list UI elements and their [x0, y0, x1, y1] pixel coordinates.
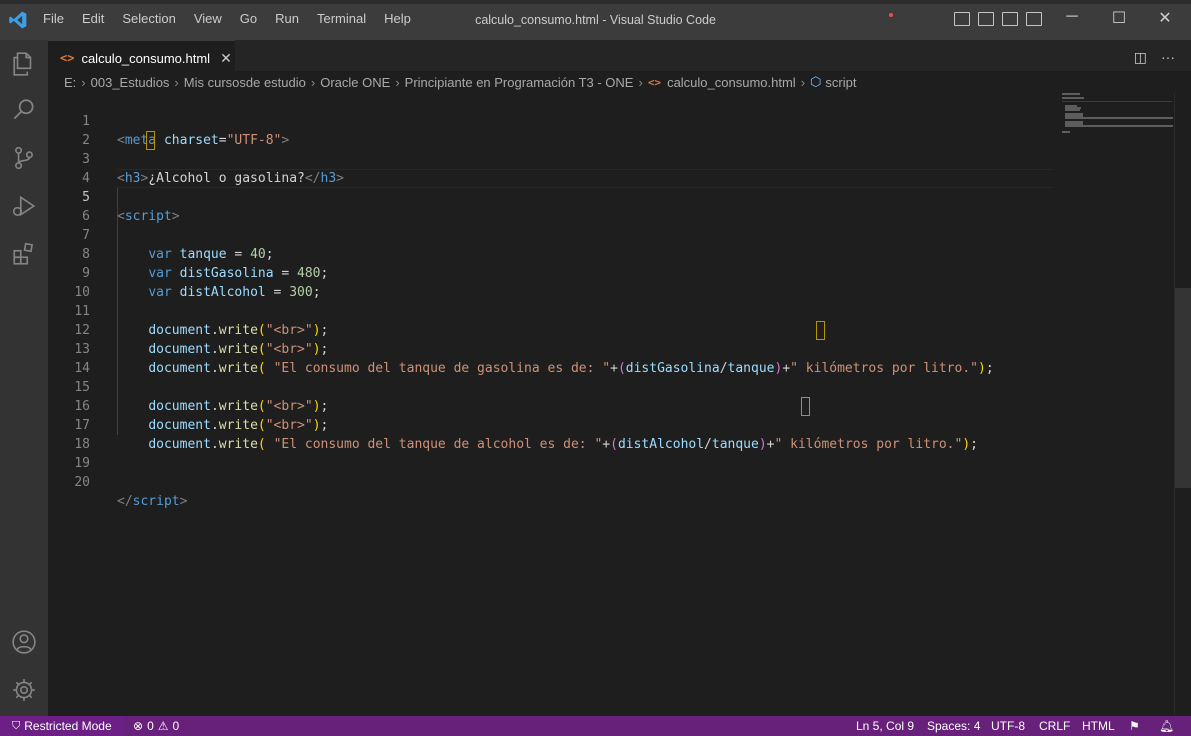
code-text: </script>	[117, 494, 188, 509]
chevron-right-icon: ›	[81, 74, 86, 90]
source-control-icon[interactable]	[0, 134, 48, 182]
split-editor-icon[interactable]: ◫	[1134, 49, 1147, 66]
code-line-10: 10	[48, 264, 1053, 300]
title-bar: File Edit Selection View Go Run Terminal…	[0, 0, 1191, 40]
code-line-9: 9 var distAlcohol = 300;	[48, 245, 1053, 300]
code-line-15: 15 document.write("<br>");	[48, 359, 1053, 414]
breadcrumb-item[interactable]: Oracle ONE	[320, 75, 390, 90]
cursor-position[interactable]: Ln 5, Col 9	[856, 719, 914, 733]
menu-selection[interactable]: Selection	[113, 11, 184, 26]
code-line-13: 13 document.write( "El consumo del tanqu…	[48, 321, 1053, 376]
menu-go[interactable]: Go	[231, 11, 266, 26]
symbol-namespace-icon: ⬡	[810, 74, 822, 89]
code-line-5: 5 <script>	[48, 169, 1053, 224]
tab-close-icon[interactable]: ✕	[220, 50, 232, 67]
extensions-icon[interactable]	[0, 230, 48, 278]
warning-count: 0	[172, 719, 180, 733]
code-line-19: 19	[48, 435, 1053, 471]
code-line-2: 2	[48, 112, 1053, 148]
breadcrumb-symbol[interactable]: script	[825, 75, 856, 90]
end-of-line[interactable]: CRLF	[1039, 719, 1070, 733]
minimap[interactable]	[1062, 93, 1174, 153]
close-window-button[interactable]: ✕	[1142, 8, 1188, 28]
toggle-primary-sidebar-icon[interactable]	[954, 12, 970, 26]
notifications-bell-icon[interactable]: 🔔︎	[1159, 719, 1174, 733]
vertical-scrollbar[interactable]	[1174, 93, 1191, 715]
menu-file[interactable]: File	[34, 11, 73, 26]
breadcrumb: E: › 003_Estudios › Mis cursosde estudio › …	[48, 71, 1191, 93]
shield-icon: ⛉	[12, 719, 21, 732]
toggle-panel-icon[interactable]	[978, 12, 994, 26]
encoding[interactable]: UTF-8	[991, 719, 1025, 733]
breadcrumb-item[interactable]: Mis cursosde estudio	[184, 75, 306, 90]
editor-actions: ◫ ···	[1134, 49, 1175, 66]
vscode-logo-icon	[9, 11, 27, 29]
html-file-icon: <>	[647, 75, 662, 89]
restricted-mode-label: Restricted Mode	[24, 719, 112, 733]
minimize-button[interactable]: ─	[1049, 8, 1095, 26]
warning-icon: ⚠	[157, 719, 169, 733]
line-number: 20	[74, 475, 90, 490]
tab-label: calculo_consumo.html	[81, 50, 211, 66]
code-line-4: 4	[48, 150, 1053, 186]
more-actions-icon[interactable]: ···	[1161, 49, 1175, 66]
code-line-12: 12 document.write("<br>");	[48, 302, 1053, 357]
notification-dot-icon	[889, 13, 893, 17]
chevron-right-icon: ›	[310, 74, 316, 90]
code-line-11: 11 document.write("<br>");	[48, 283, 1053, 338]
manage-gear-icon[interactable]	[0, 666, 48, 714]
chevron-right-icon: ›	[800, 74, 806, 90]
bracket-match-highlight	[146, 131, 155, 150]
html-file-icon: <>	[60, 51, 75, 65]
unicode-highlight	[801, 397, 810, 416]
code-line-18: 18	[48, 416, 1053, 452]
status-bar: ⛉ Restricted Mode ⊗ 0 ⚠ 0 Ln 5, Col 9 Sp…	[0, 716, 1191, 736]
problems-indicator[interactable]: ⊗ 0 ⚠ 0	[133, 719, 179, 733]
account-icon[interactable]	[0, 618, 48, 666]
error-count: 0	[147, 719, 154, 733]
feedback-icon[interactable]: ⚑	[1129, 719, 1140, 733]
code-editor[interactable]: 1 <meta charset="UTF-8"> 2 3 <h3>¿Alcoho…	[48, 93, 1174, 715]
tab-calculo-consumo[interactable]: <> calculo_consumo.html ✕	[48, 40, 235, 75]
code-line-7: 7 var tanque = 40;	[48, 207, 1053, 262]
customize-layout-icon[interactable]	[1026, 12, 1042, 26]
breadcrumb-item[interactable]: 003_Estudios	[91, 75, 170, 90]
menu-edit[interactable]: Edit	[73, 11, 113, 26]
code-line-3: 3 <h3>¿Alcohol o gasolina?</h3>	[48, 131, 1053, 186]
search-icon[interactable]	[0, 86, 48, 134]
code-line-20: 20 </script>	[48, 454, 1053, 509]
breadcrumb-file[interactable]: calculo_consumo.html	[667, 75, 796, 90]
language-mode[interactable]: HTML	[1082, 719, 1115, 733]
menu-terminal[interactable]: Terminal	[308, 11, 375, 26]
code-line-16: 16 document.write("<br>");	[48, 378, 1053, 433]
indentation[interactable]: Spaces: 4	[927, 719, 980, 733]
error-icon: ⊗	[133, 719, 144, 733]
chevron-right-icon: ›	[638, 74, 643, 90]
breadcrumb-item[interactable]: E:	[64, 75, 76, 90]
layout-controls	[954, 12, 1042, 26]
chevron-right-icon: ›	[174, 74, 179, 90]
menu-run[interactable]: Run	[266, 11, 308, 26]
code-line-6: 6	[48, 188, 1053, 224]
activity-bar	[0, 40, 48, 716]
code-line-14: 14	[48, 340, 1053, 376]
toggle-secondary-sidebar-icon[interactable]	[1002, 12, 1018, 26]
explorer-icon[interactable]	[0, 40, 48, 88]
restricted-mode-indicator[interactable]: ⛉ Restricted Mode	[0, 716, 124, 736]
maximize-button[interactable]: ☐	[1096, 8, 1142, 28]
code-line-8: 8 var distGasolina = 480;	[48, 226, 1053, 281]
code-line-17: 17 document.write( "El consumo del tanqu…	[48, 397, 1053, 452]
menu-view[interactable]: View	[185, 11, 231, 26]
taskbar-strip	[0, 0, 1191, 4]
editor-tabs: <> calculo_consumo.html ✕ ◫ ···	[48, 40, 1191, 75]
menu-bar: File Edit Selection View Go Run Terminal…	[34, 11, 420, 26]
breadcrumb-item[interactable]: Principiante en Programación T3 - ONE	[405, 75, 634, 90]
code-line-1: 1 <meta charset="UTF-8">	[48, 93, 1053, 148]
run-debug-icon[interactable]	[0, 182, 48, 230]
menu-help[interactable]: Help	[375, 11, 420, 26]
chevron-right-icon: ›	[395, 74, 400, 90]
scrollbar-thumb[interactable]	[1175, 288, 1191, 488]
unicode-highlight	[816, 321, 825, 340]
